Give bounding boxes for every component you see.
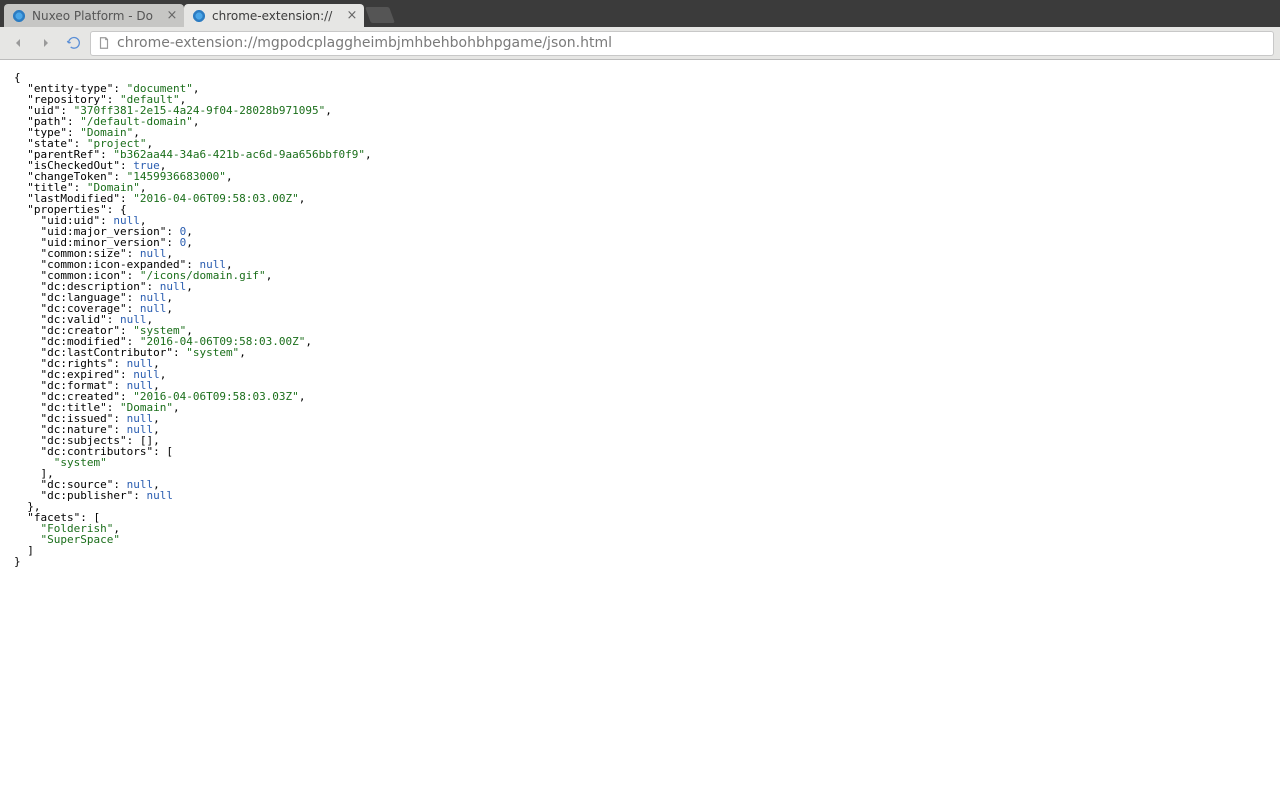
nuxeo-favicon-icon [12, 9, 26, 23]
url-text: chrome-extension://mgpodcplaggheimbjmhbe… [117, 35, 1267, 51]
page-icon [97, 36, 111, 50]
tab-nuxeo[interactable]: Nuxeo Platform - Do × [4, 4, 184, 27]
reload-button[interactable] [62, 31, 86, 55]
close-icon[interactable]: × [346, 10, 358, 22]
close-icon[interactable]: × [166, 10, 178, 22]
new-tab-button[interactable] [365, 7, 395, 23]
forward-button[interactable] [34, 31, 58, 55]
address-bar[interactable]: chrome-extension://mgpodcplaggheimbjmhbe… [90, 31, 1274, 56]
tab-strip: Nuxeo Platform - Do × chrome-extension:/… [0, 0, 1280, 27]
tab-extension[interactable]: chrome-extension:// × [184, 4, 364, 27]
tab-title: chrome-extension:// [212, 9, 346, 23]
extension-favicon-icon [192, 9, 206, 23]
browser-toolbar: chrome-extension://mgpodcplaggheimbjmhbe… [0, 27, 1280, 60]
json-viewer[interactable]: { "entity-type": "document", "repository… [0, 60, 1280, 577]
tab-title: Nuxeo Platform - Do [32, 9, 166, 23]
back-button[interactable] [6, 31, 30, 55]
